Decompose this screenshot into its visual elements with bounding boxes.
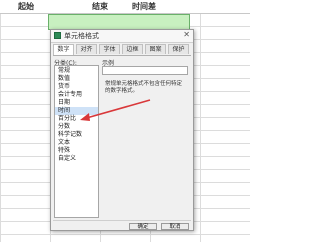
category-item-scientific[interactable]: 科学记数: [55, 131, 98, 139]
dialog-tabs: 数字 对齐 字体 边框 图案 保护: [53, 44, 191, 56]
category-item-text[interactable]: 文本: [55, 139, 98, 147]
category-list[interactable]: 常规 数值 货币 会计专用 日期 时间 百分比 分数 科学记数 文本 特殊 自定…: [54, 65, 99, 218]
spreadsheet-app-icon: [54, 32, 61, 39]
tab-alignment[interactable]: 对齐: [76, 44, 97, 54]
format-cells-dialog: 单元格格式 ✕ 数字 对齐 字体 边框 图案 保护 分类(C): 常规 数值 货…: [50, 29, 194, 231]
header-time-diff[interactable]: 时间差: [132, 1, 156, 12]
dialog-divider: [53, 220, 191, 221]
tab-pattern[interactable]: 图案: [145, 44, 166, 54]
category-item-date[interactable]: 日期: [55, 99, 98, 107]
tab-number[interactable]: 数字: [53, 44, 74, 55]
cancel-button[interactable]: 取消: [161, 223, 189, 230]
header-end[interactable]: 结束: [92, 1, 108, 12]
tab-protection[interactable]: 保护: [168, 44, 189, 54]
category-item-number[interactable]: 数值: [55, 75, 98, 83]
dialog-title: 单元格格式: [64, 32, 99, 40]
category-item-general[interactable]: 常规: [55, 67, 98, 75]
selected-cell-range[interactable]: [48, 14, 190, 30]
category-item-accounting[interactable]: 会计专用: [55, 91, 98, 99]
ok-button[interactable]: 确定: [129, 223, 157, 230]
category-item-fraction[interactable]: 分数: [55, 123, 98, 131]
category-item-special[interactable]: 特殊: [55, 147, 98, 155]
sample-preview: [102, 66, 188, 75]
close-icon[interactable]: ✕: [183, 30, 190, 39]
header-start[interactable]: 起始: [18, 1, 34, 12]
sheet-header-row: 起始 结束 时间差: [0, 0, 250, 14]
tab-font[interactable]: 字体: [99, 44, 120, 54]
category-item-time[interactable]: 时间: [55, 107, 98, 115]
format-description: 常规单元格格式不包含任何特定的数字格式。: [105, 81, 183, 94]
dialog-titlebar[interactable]: 单元格格式 ✕: [51, 30, 193, 43]
category-item-percentage[interactable]: 百分比: [55, 115, 98, 123]
tab-border[interactable]: 边框: [122, 44, 143, 54]
category-item-currency[interactable]: 货币: [55, 83, 98, 91]
category-item-custom[interactable]: 自定义: [55, 155, 98, 163]
